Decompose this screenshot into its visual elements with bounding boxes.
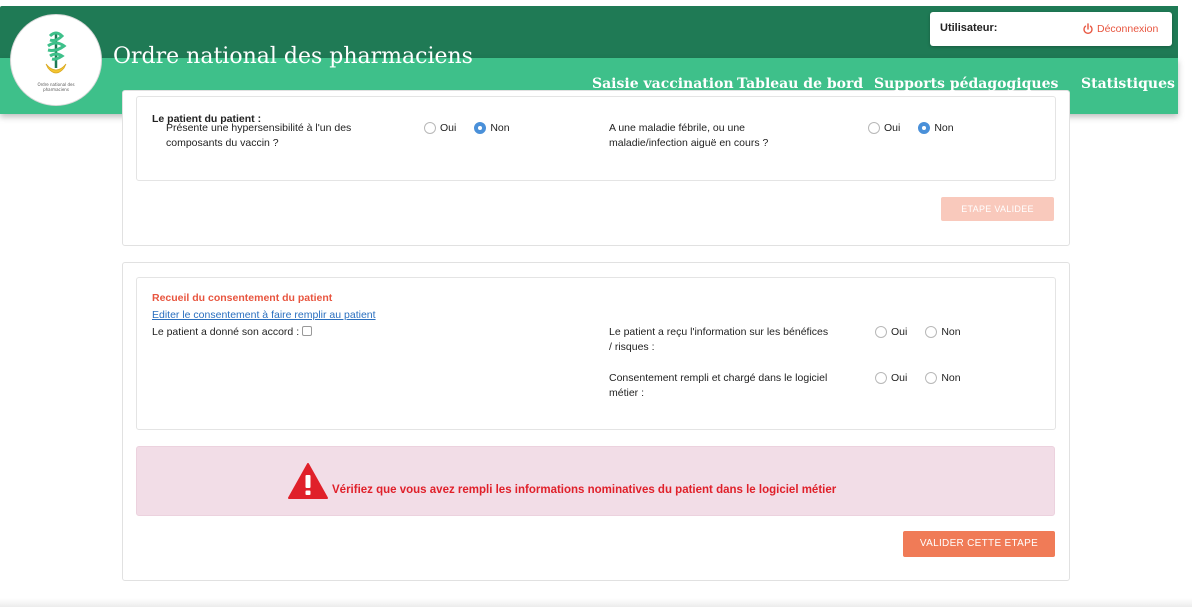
question-software-line2: métier : xyxy=(609,387,645,399)
fever-oui-radio[interactable] xyxy=(868,122,880,134)
logo-caption: Ordre national des pharmaciens xyxy=(37,82,75,92)
software-oui-label: Oui xyxy=(891,372,908,384)
question-hypersensitivity-line2: composants du vaccin ? xyxy=(166,137,279,149)
nav-tableau-de-bord[interactable]: Tableau de bord xyxy=(737,76,863,92)
caduceus-logo-icon xyxy=(45,31,67,74)
page-bottom-edge xyxy=(0,598,1192,607)
software-non-label: Non xyxy=(941,372,961,384)
info-oui-label: Oui xyxy=(891,326,908,338)
software-non-radio[interactable] xyxy=(925,372,938,384)
power-icon xyxy=(1083,23,1093,35)
question-software-line1: Consentement rempli et chargé dans le lo… xyxy=(609,372,828,384)
software-oui-radio[interactable] xyxy=(875,372,887,384)
nav-supports-pedagogiques[interactable]: Supports pédagogiques xyxy=(874,76,1058,92)
app-title: Ordre national des pharmaciens xyxy=(113,44,473,69)
hypersensitivity-oui-label: Oui xyxy=(440,122,457,134)
question-info-line2: / risques : xyxy=(609,341,655,353)
hypersensitivity-non-radio[interactable] xyxy=(474,122,487,134)
patient-agreement-checkbox[interactable] xyxy=(302,326,313,336)
info-non-radio[interactable] xyxy=(925,326,938,338)
question-info-options: Oui Non xyxy=(875,326,975,338)
logout-button[interactable]: Déconnexion xyxy=(1082,23,1158,35)
logo[interactable]: Ordre national des pharmaciens xyxy=(10,14,102,106)
validate-step-button[interactable]: VALIDER CETTE ETAPE xyxy=(903,531,1055,557)
step-validated-button[interactable]: ETAPE VALIDEE xyxy=(941,197,1054,221)
question-software-options: Oui Non xyxy=(875,372,975,384)
edit-consent-link[interactable]: Editer le consentement à faire remplir a… xyxy=(152,309,376,321)
alert-message: Vérifiez que vous avez rempli les inform… xyxy=(332,484,837,496)
question-info-line1: Le patient a reçu l'information sur les … xyxy=(609,326,829,338)
question-fever-line1: A une maladie fébrile, ou une xyxy=(609,122,746,134)
question-fever-line2: maladie/infection aiguë en cours ? xyxy=(609,137,769,149)
info-oui-radio[interactable] xyxy=(875,326,887,338)
patient-agreement-label: Le patient a donné son accord : xyxy=(152,326,300,338)
fever-non-radio[interactable] xyxy=(918,122,931,134)
patient-agreement-row: Le patient a donné son accord : xyxy=(152,325,313,340)
warning-alert: Vérifiez que vous avez rempli les inform… xyxy=(136,446,1055,516)
question-hypersensitivity-line1: Présente une hypersensibilité à l'un des xyxy=(166,122,352,134)
question-fever-options: Oui Non xyxy=(868,122,968,134)
fever-non-label: Non xyxy=(934,122,954,134)
user-box: Utilisateur: Déconnexion xyxy=(930,12,1172,46)
user-label: Utilisateur: xyxy=(940,22,998,34)
fever-oui-label: Oui xyxy=(884,122,901,134)
question-hypersensitivity-text: Présente une hypersensibilité à l'un des… xyxy=(166,121,351,151)
question-hypersensitivity-options: Oui Non xyxy=(424,122,524,134)
nav-saisie-vaccination[interactable]: Saisie vaccination xyxy=(592,76,734,92)
question-software-text: Consentement rempli et chargé dans le lo… xyxy=(609,371,827,401)
logout-label: Déconnexion xyxy=(1097,23,1159,35)
info-non-label: Non xyxy=(941,326,961,338)
question-fever-text: A une maladie fébrile, ou une maladie/in… xyxy=(609,121,768,151)
hypersensitivity-oui-radio[interactable] xyxy=(424,122,436,134)
question-info-text: Le patient a reçu l'information sur les … xyxy=(609,325,828,355)
consent-title: Recueil du consentement du patient xyxy=(152,292,333,304)
nav-statistiques[interactable]: Statistiques xyxy=(1081,76,1175,92)
hypersensitivity-non-label: Non xyxy=(490,122,510,134)
warning-icon xyxy=(288,463,328,499)
